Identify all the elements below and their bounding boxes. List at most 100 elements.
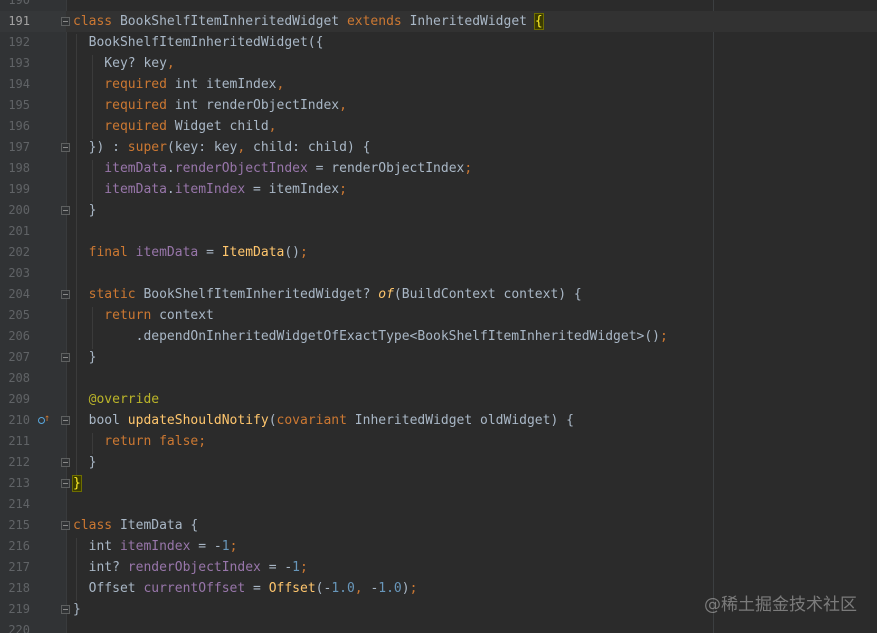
fold-marker-icon[interactable] bbox=[61, 17, 70, 26]
code-token: = bbox=[206, 245, 222, 260]
code-line[interactable]: 190 bbox=[0, 0, 877, 11]
code-token: of bbox=[378, 287, 394, 302]
code-token: int? bbox=[73, 560, 128, 575]
code-token: BookShelfItemInheritedWidget? bbox=[143, 287, 379, 302]
code-line[interactable]: 205 return context bbox=[0, 305, 877, 326]
indent-guide bbox=[76, 538, 77, 601]
line-number: 203 bbox=[8, 266, 30, 280]
indent-guide bbox=[91, 160, 93, 202]
code-line[interactable]: 213} bbox=[0, 473, 877, 494]
code-token: Offset bbox=[268, 581, 316, 596]
fold-marker-icon[interactable] bbox=[61, 206, 70, 215]
code-line[interactable]: 191 class BookShelfItemInheritedWidget ex… bbox=[0, 11, 877, 32]
indent-guide bbox=[91, 433, 93, 454]
code-token: BookShelfItemInheritedWidget({ bbox=[73, 35, 324, 50]
line-number: 193 bbox=[8, 56, 30, 70]
line-code: Key? key, bbox=[73, 53, 174, 74]
code-token: . bbox=[166, 161, 175, 176]
indent-guide bbox=[91, 55, 93, 139]
fold-marker-icon[interactable] bbox=[61, 353, 70, 362]
code-token: return bbox=[73, 308, 160, 323]
fold-marker-icon[interactable] bbox=[61, 143, 70, 152]
code-token: class bbox=[73, 14, 120, 29]
line-number: 209 bbox=[8, 392, 30, 406]
line-code: class ItemData { bbox=[73, 515, 198, 536]
code-line[interactable]: 195 required int renderObjectIndex, bbox=[0, 95, 877, 116]
code-line[interactable]: 199 itemData.itemIndex = itemIndex; bbox=[0, 179, 877, 200]
code-token: ; bbox=[300, 245, 308, 260]
line-number: 205 bbox=[8, 308, 30, 322]
line-code: int itemIndex = -1; bbox=[73, 536, 238, 557]
code-token: static bbox=[73, 287, 144, 302]
code-line[interactable]: 198 itemData.renderObjectIndex = renderO… bbox=[0, 158, 877, 179]
code-token: ItemData bbox=[221, 245, 285, 260]
code-line[interactable]: 214 bbox=[0, 494, 877, 515]
fold-marker-icon[interactable] bbox=[61, 458, 70, 467]
code-line[interactable]: 217 int? renderObjectIndex = -1; bbox=[0, 557, 877, 578]
code-line[interactable]: 202 final itemData = ItemData(); bbox=[0, 242, 877, 263]
code-token: } bbox=[72, 475, 82, 492]
code-line[interactable]: 197 }) : super(key: key, child: child) { bbox=[0, 137, 877, 158]
code-token: required bbox=[73, 77, 175, 92]
code-token: Offset bbox=[73, 581, 144, 596]
code-line[interactable]: 212 } bbox=[0, 452, 877, 473]
line-number: 201 bbox=[8, 224, 30, 238]
code-line[interactable]: 192 BookShelfItemInheritedWidget({ bbox=[0, 32, 877, 53]
line-number: 219 bbox=[8, 602, 30, 616]
code-line[interactable]: 204 static BookShelfItemInheritedWidget?… bbox=[0, 284, 877, 305]
fold-marker-icon[interactable] bbox=[61, 605, 70, 614]
code-token: renderObjectIndex bbox=[174, 161, 316, 176]
fold-marker-icon[interactable] bbox=[61, 521, 70, 530]
code-token: int bbox=[73, 539, 120, 554]
code-token: , bbox=[268, 119, 277, 134]
line-number: 216 bbox=[8, 539, 30, 553]
code-line[interactable]: 206 .dependOnInheritedWidgetOfExactType<… bbox=[0, 326, 877, 347]
code-line[interactable]: 207 } bbox=[0, 347, 877, 368]
code-line[interactable]: 215 class ItemData { bbox=[0, 515, 877, 536]
code-line[interactable]: 194 required int itemIndex, bbox=[0, 74, 877, 95]
code-line[interactable]: 210 bool updateShouldNotify(covariant In… bbox=[0, 410, 877, 431]
code-line[interactable]: 196 required Widget child, bbox=[0, 116, 877, 137]
fold-marker-icon[interactable] bbox=[61, 479, 70, 488]
code-line[interactable]: 208 bbox=[0, 368, 877, 389]
code-token: ; bbox=[300, 560, 308, 575]
code-line[interactable]: 211 return false; bbox=[0, 431, 877, 452]
line-number: 200 bbox=[8, 203, 30, 217]
code-line[interactable]: 200 } bbox=[0, 200, 877, 221]
code-token: (BuildContext context) { bbox=[393, 287, 582, 302]
line-code: return context bbox=[73, 305, 214, 326]
code-token: ; bbox=[339, 182, 347, 197]
line-number: 190 bbox=[8, 0, 30, 7]
overridden-method-icon[interactable] bbox=[37, 412, 50, 427]
line-number: 196 bbox=[8, 119, 30, 133]
code-line[interactable]: 220 bbox=[0, 620, 877, 633]
code-editor[interactable]: 190 191 class BookShelfItemInheritedWidget… bbox=[0, 0, 877, 633]
code-token: currentOffset bbox=[143, 581, 254, 596]
line-code: required Widget child, bbox=[73, 116, 277, 137]
line-number: 215 bbox=[8, 518, 30, 532]
line-code: itemData.itemIndex = itemIndex; bbox=[73, 179, 347, 200]
code-token: (- bbox=[315, 581, 332, 596]
fold-marker-icon[interactable] bbox=[61, 290, 70, 299]
code-line[interactable]: 216 int itemIndex = -1; bbox=[0, 536, 877, 557]
code-token: itemData bbox=[73, 182, 167, 197]
code-line[interactable]: 193 Key? key, bbox=[0, 53, 877, 74]
code-line[interactable]: 203 bbox=[0, 263, 877, 284]
code-line[interactable]: 201 bbox=[0, 221, 877, 242]
code-token: child: child) { bbox=[253, 140, 371, 155]
code-token: required bbox=[73, 119, 175, 134]
code-token: , bbox=[237, 140, 254, 155]
code-token: } bbox=[73, 602, 81, 617]
code-line[interactable]: 209 @override bbox=[0, 389, 877, 410]
code-token: ItemData { bbox=[119, 518, 199, 533]
code-token: final bbox=[73, 245, 136, 260]
code-token: , bbox=[354, 581, 371, 596]
line-number: 214 bbox=[8, 497, 30, 511]
watermark: @稀土掘金技术社区 bbox=[704, 595, 857, 615]
line-number: 213 bbox=[8, 476, 30, 490]
line-number: 218 bbox=[8, 581, 30, 595]
fold-marker-icon[interactable] bbox=[61, 416, 70, 425]
code-token: ( bbox=[268, 413, 277, 428]
line-code: Offset currentOffset = Offset(-1.0, -1.0… bbox=[73, 578, 418, 599]
line-number: 199 bbox=[8, 182, 30, 196]
